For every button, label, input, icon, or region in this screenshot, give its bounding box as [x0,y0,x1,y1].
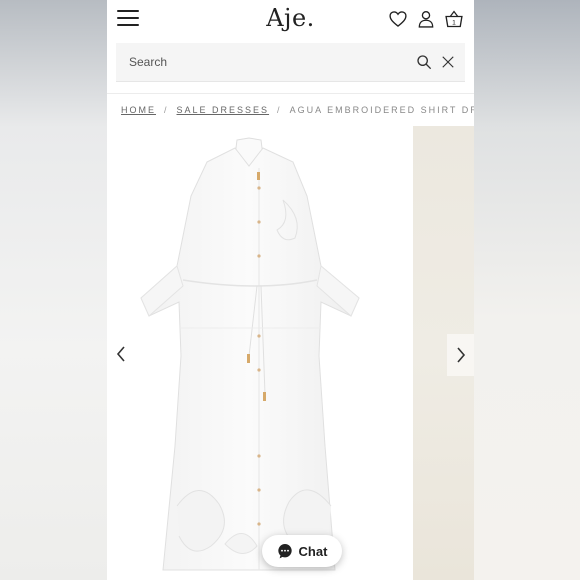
site-header: Aje. 1 [107,0,474,40]
product-image-gallery[interactable] [107,126,474,580]
breadcrumb-separator: / [164,105,169,115]
close-icon[interactable] [441,55,455,69]
search-icon[interactable] [416,54,432,70]
breadcrumb-separator: / [277,105,282,115]
basket-icon[interactable]: 1 [444,9,464,29]
header-divider [107,93,474,94]
breadcrumb-home[interactable]: HOME [121,105,156,115]
product-image-dress [140,137,360,571]
chevron-right-icon[interactable] [453,345,469,365]
chevron-left-icon[interactable] [113,344,129,364]
search-bar: Search [116,43,465,82]
breadcrumb: HOME / SALE DRESSES / AGUA EMBROIDERED SHIRT… [121,105,474,115]
chat-label: Chat [298,543,328,559]
search-input[interactable]: Search [129,55,167,69]
blurred-backdrop-right [474,0,580,580]
cart-count: 1 [452,19,456,26]
mobile-page: Aje. 1 Search HOME / SALE DRESSES / AGUA… [107,0,474,580]
chat-button[interactable]: Chat [262,535,342,567]
breadcrumb-current: AGUA EMBROIDERED SHIRT DRESS [289,105,474,115]
header-actions: 1 [388,9,464,29]
next-image-button[interactable] [447,334,474,376]
breadcrumb-sale-dresses[interactable]: SALE DRESSES [177,105,270,115]
chat-bubble-icon [277,544,292,559]
heart-icon[interactable] [388,9,408,29]
blurred-backdrop-left [0,0,107,580]
user-icon[interactable] [416,9,436,29]
